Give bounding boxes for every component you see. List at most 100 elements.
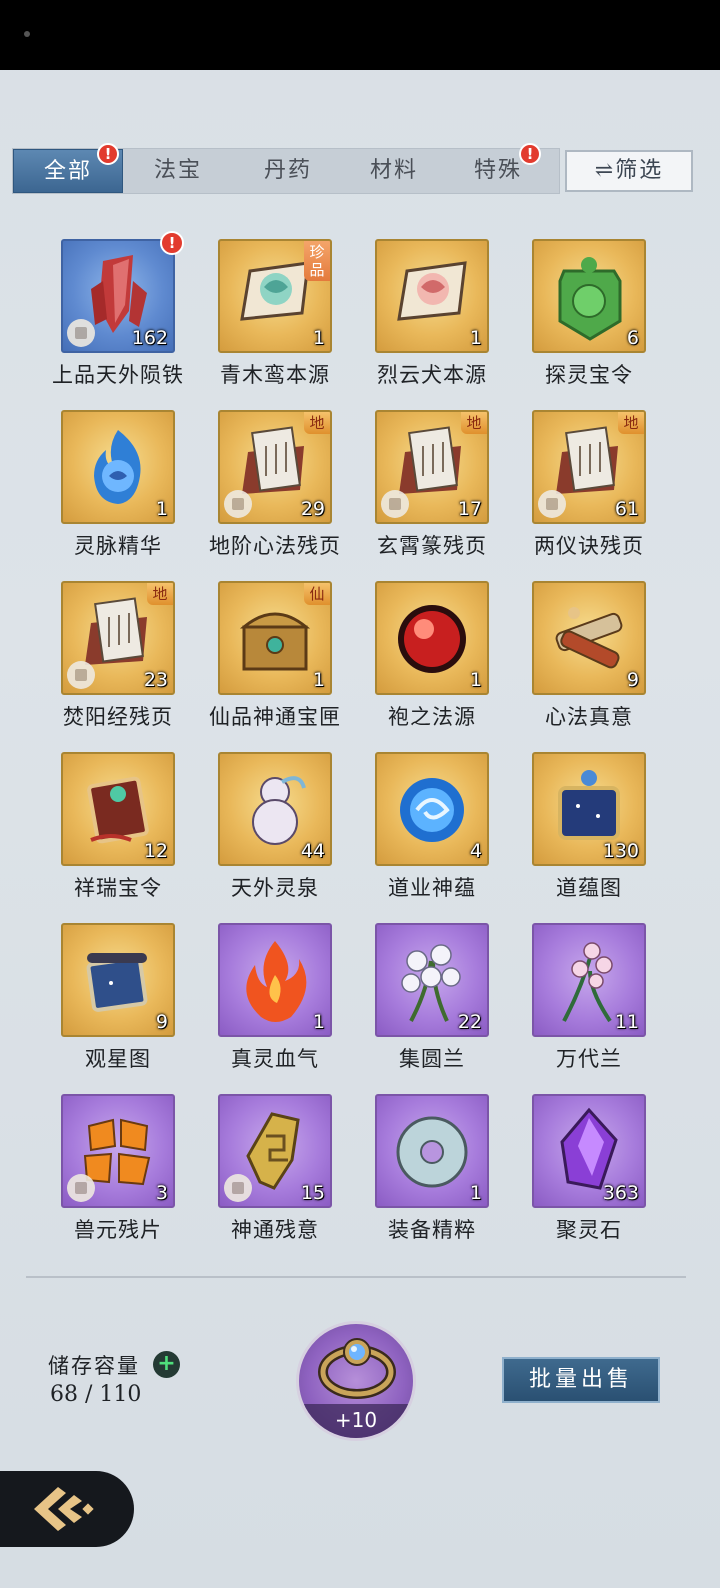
tab-all-alert-badge: ! [97, 143, 119, 165]
item-card[interactable]: 3 [61, 1094, 175, 1208]
item-name: 道蕴图 [556, 876, 622, 900]
inventory-item[interactable]: 22 集圆兰 [352, 923, 512, 1088]
grade-tag: 珍品 [304, 241, 330, 281]
item-card[interactable]: 1 [375, 1094, 489, 1208]
item-card[interactable]: 44 [218, 752, 332, 866]
category-tabs: 全部 法宝 丹药 材料 特殊 ! ! [12, 143, 560, 194]
grade-tag: 地 [147, 583, 173, 605]
inventory-item[interactable]: 1 烈云犬本源 [352, 239, 512, 404]
inventory-item[interactable]: 162! 上品天外陨铁 [38, 231, 198, 404]
inventory-item[interactable]: 仙 1 仙品神通宝匣 [195, 581, 355, 746]
item-card[interactable]: 1 [218, 923, 332, 1037]
inventory-item[interactable]: 15 神通残意 [195, 1094, 355, 1259]
fragment-icon [224, 1174, 252, 1202]
bulk-sell-button[interactable]: 批量出售 [502, 1357, 660, 1403]
inventory-item[interactable]: 1 真灵血气 [195, 923, 355, 1088]
item-name: 袍之法源 [388, 705, 476, 729]
storage-capacity-label: 储存容量 [48, 1354, 140, 1378]
item-card[interactable]: 地 61 [532, 410, 646, 524]
filter-button[interactable]: ⇌筛选 [565, 150, 693, 192]
inventory-item[interactable]: 9 观星图 [38, 923, 198, 1088]
item-card[interactable]: 363 [532, 1094, 646, 1208]
ring-enhance-level: +10 [299, 1404, 413, 1438]
item-card[interactable]: 1 [375, 581, 489, 695]
item-card[interactable]: 地 23 [61, 581, 175, 695]
back-arrow-icon [34, 1487, 94, 1531]
inventory-item[interactable]: 地 23 焚阳经残页 [38, 581, 198, 746]
fragment-icon [67, 661, 95, 689]
item-card[interactable]: 11 [532, 923, 646, 1037]
item-count: 1 [469, 327, 482, 349]
inventory-item[interactable]: 1 袍之法源 [352, 581, 512, 746]
item-card[interactable]: 15 [218, 1094, 332, 1208]
item-card[interactable]: 地 29 [218, 410, 332, 524]
item-count: 44 [300, 840, 325, 862]
inventory-item[interactable]: 6 探灵宝令 [509, 239, 669, 404]
item-count: 130 [602, 840, 639, 862]
item-name: 焚阳经残页 [63, 705, 173, 729]
item-count: 3 [155, 1182, 168, 1204]
item-count: 23 [143, 669, 168, 691]
divider [26, 1276, 686, 1278]
item-count: 11 [614, 1011, 639, 1033]
camera-dot-icon [24, 31, 30, 37]
item-card[interactable]: 1 [61, 410, 175, 524]
equipped-ring-slot[interactable]: +10 [296, 1321, 416, 1441]
expand-storage-button[interactable]: + [153, 1351, 180, 1378]
item-count: 1 [469, 1182, 482, 1204]
item-card[interactable]: 珍品 1 [218, 239, 332, 353]
tab-magic-treasure[interactable]: 法宝 [123, 149, 233, 193]
item-name: 真灵血气 [231, 1047, 319, 1071]
item-count: 1 [312, 327, 325, 349]
inventory-item[interactable]: 4 道业神蕴 [352, 752, 512, 917]
inventory-item[interactable]: 11 万代兰 [509, 923, 669, 1088]
inventory-item[interactable]: 地 61 两仪诀残页 [509, 410, 669, 575]
item-card[interactable]: 9 [61, 923, 175, 1037]
inventory-item[interactable]: 9 心法真意 [509, 581, 669, 746]
item-count: 22 [457, 1011, 482, 1033]
inventory-item[interactable]: 1 灵脉精华 [38, 410, 198, 575]
item-card[interactable]: 仙1 [218, 581, 332, 695]
item-name: 聚灵石 [556, 1218, 622, 1242]
tab-materials[interactable]: 材料 [339, 149, 449, 193]
item-name: 探灵宝令 [545, 363, 633, 387]
item-name: 心法真意 [545, 705, 633, 729]
inventory-item[interactable]: 地 17 玄霄篆残页 [352, 410, 512, 575]
item-card[interactable]: 1 [375, 239, 489, 353]
item-count: 363 [602, 1182, 639, 1204]
item-name: 装备精粹 [388, 1218, 476, 1242]
item-name: 两仪诀残页 [534, 534, 644, 558]
item-count: 9 [155, 1011, 168, 1033]
fragment-icon [381, 490, 409, 518]
item-card[interactable]: 12 [61, 752, 175, 866]
item-name: 上品天外陨铁 [52, 363, 184, 387]
item-name: 地阶心法残页 [209, 534, 341, 558]
item-card[interactable]: 162 [61, 239, 175, 353]
fragment-icon [67, 319, 95, 347]
inventory-item[interactable]: 3 兽元残片 [38, 1094, 198, 1259]
inventory-item[interactable]: 12 祥瑞宝令 [38, 752, 198, 917]
item-card[interactable]: 22 [375, 923, 489, 1037]
item-card[interactable]: 地 17 [375, 410, 489, 524]
inventory-item[interactable]: 130 道蕴图 [509, 752, 669, 917]
item-card[interactable]: 130 [532, 752, 646, 866]
item-name: 仙品神通宝匣 [209, 705, 341, 729]
item-count: 61 [614, 498, 639, 520]
item-alert-badge: ! [160, 231, 184, 255]
item-card[interactable]: 6 [532, 239, 646, 353]
back-button[interactable] [0, 1471, 134, 1547]
item-name: 兽元残片 [74, 1218, 162, 1242]
inventory-item[interactable]: 珍品 1 青木鸾本源 [195, 239, 355, 404]
fragment-icon [538, 490, 566, 518]
inventory-item[interactable]: 44 天外灵泉 [195, 752, 355, 917]
item-name: 天外灵泉 [231, 876, 319, 900]
grade-tag: 地 [618, 412, 644, 434]
inventory-item[interactable]: 1 装备精粹 [352, 1094, 512, 1259]
item-card[interactable]: 4 [375, 752, 489, 866]
tab-pills[interactable]: 丹药 [233, 149, 343, 193]
inventory-item[interactable]: 地 29 地阶心法残页 [195, 410, 355, 575]
inventory-item[interactable]: 363 聚灵石 [509, 1094, 669, 1259]
item-card[interactable]: 9 [532, 581, 646, 695]
tab-special-alert-badge: ! [519, 143, 541, 165]
item-name: 烈云犬本源 [377, 363, 487, 387]
